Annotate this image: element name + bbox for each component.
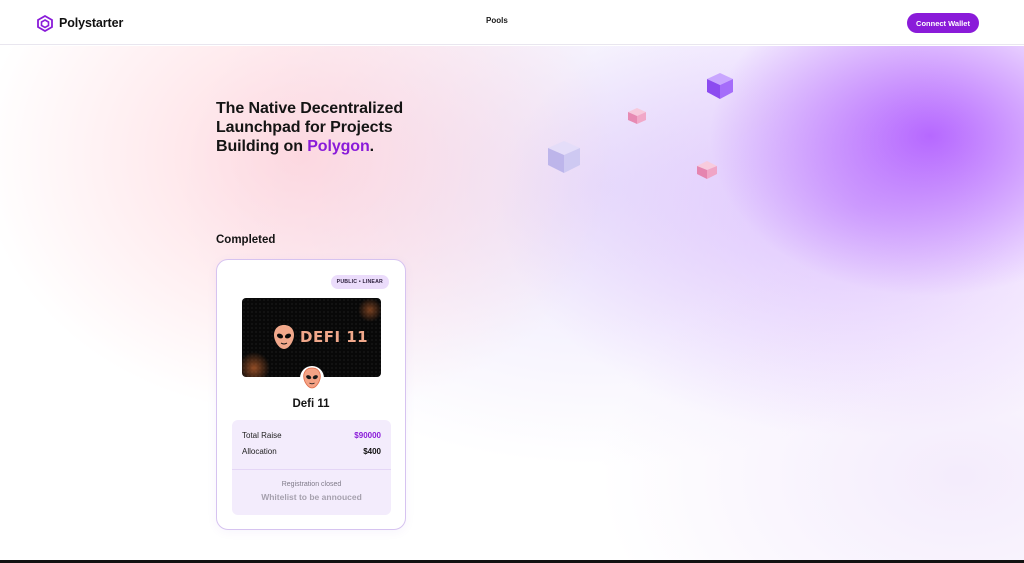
total-raise-label: Total Raise	[242, 431, 282, 440]
allocation-value: $400	[363, 447, 381, 456]
cube-icon	[707, 73, 733, 99]
allocation-label: Allocation	[242, 447, 277, 456]
section-title-completed: Completed	[216, 234, 276, 246]
hero-title-accent: Polygon	[307, 138, 370, 155]
cube-icon	[628, 108, 646, 124]
pool-name: Defi 11	[292, 398, 330, 410]
nav-pools-link[interactable]: Pools	[486, 16, 508, 25]
whitelist-note: Whitelist to be annouced	[261, 492, 362, 502]
pool-card[interactable]: PUBLIC • LINEAR DEFI 11 Defi 11 Total Ra…	[216, 259, 406, 530]
pool-info-box: Total Raise $90000 Allocation $400 Regis…	[232, 420, 391, 515]
alien-mascot-icon	[274, 325, 294, 349]
hexagon-logo-icon	[37, 14, 53, 32]
total-raise-value: $90000	[354, 431, 381, 440]
alien-mascot-icon	[303, 367, 321, 389]
connect-wallet-button[interactable]: Connect Wallet	[907, 13, 979, 33]
top-header: Polystarter Pools Connect Wallet	[0, 0, 1024, 45]
registration-status: Registration closed	[281, 481, 342, 488]
pool-type-badge: PUBLIC • LINEAR	[330, 275, 389, 289]
info-divider	[232, 469, 391, 470]
total-raise-row: Total Raise $90000	[242, 431, 381, 440]
hero-title: The Native Decentralized Launchpad for P…	[216, 99, 456, 156]
cube-icon	[697, 161, 717, 179]
brand-home-link[interactable]: Polystarter	[37, 14, 123, 32]
allocation-row: Allocation $400	[242, 447, 381, 456]
cube-icon	[548, 141, 580, 173]
pool-avatar	[300, 366, 324, 390]
hero-title-end: .	[369, 138, 375, 155]
hero-background	[0, 46, 1024, 560]
brand-name: Polystarter	[59, 16, 124, 30]
banner-title: DEFI 11	[300, 328, 369, 346]
